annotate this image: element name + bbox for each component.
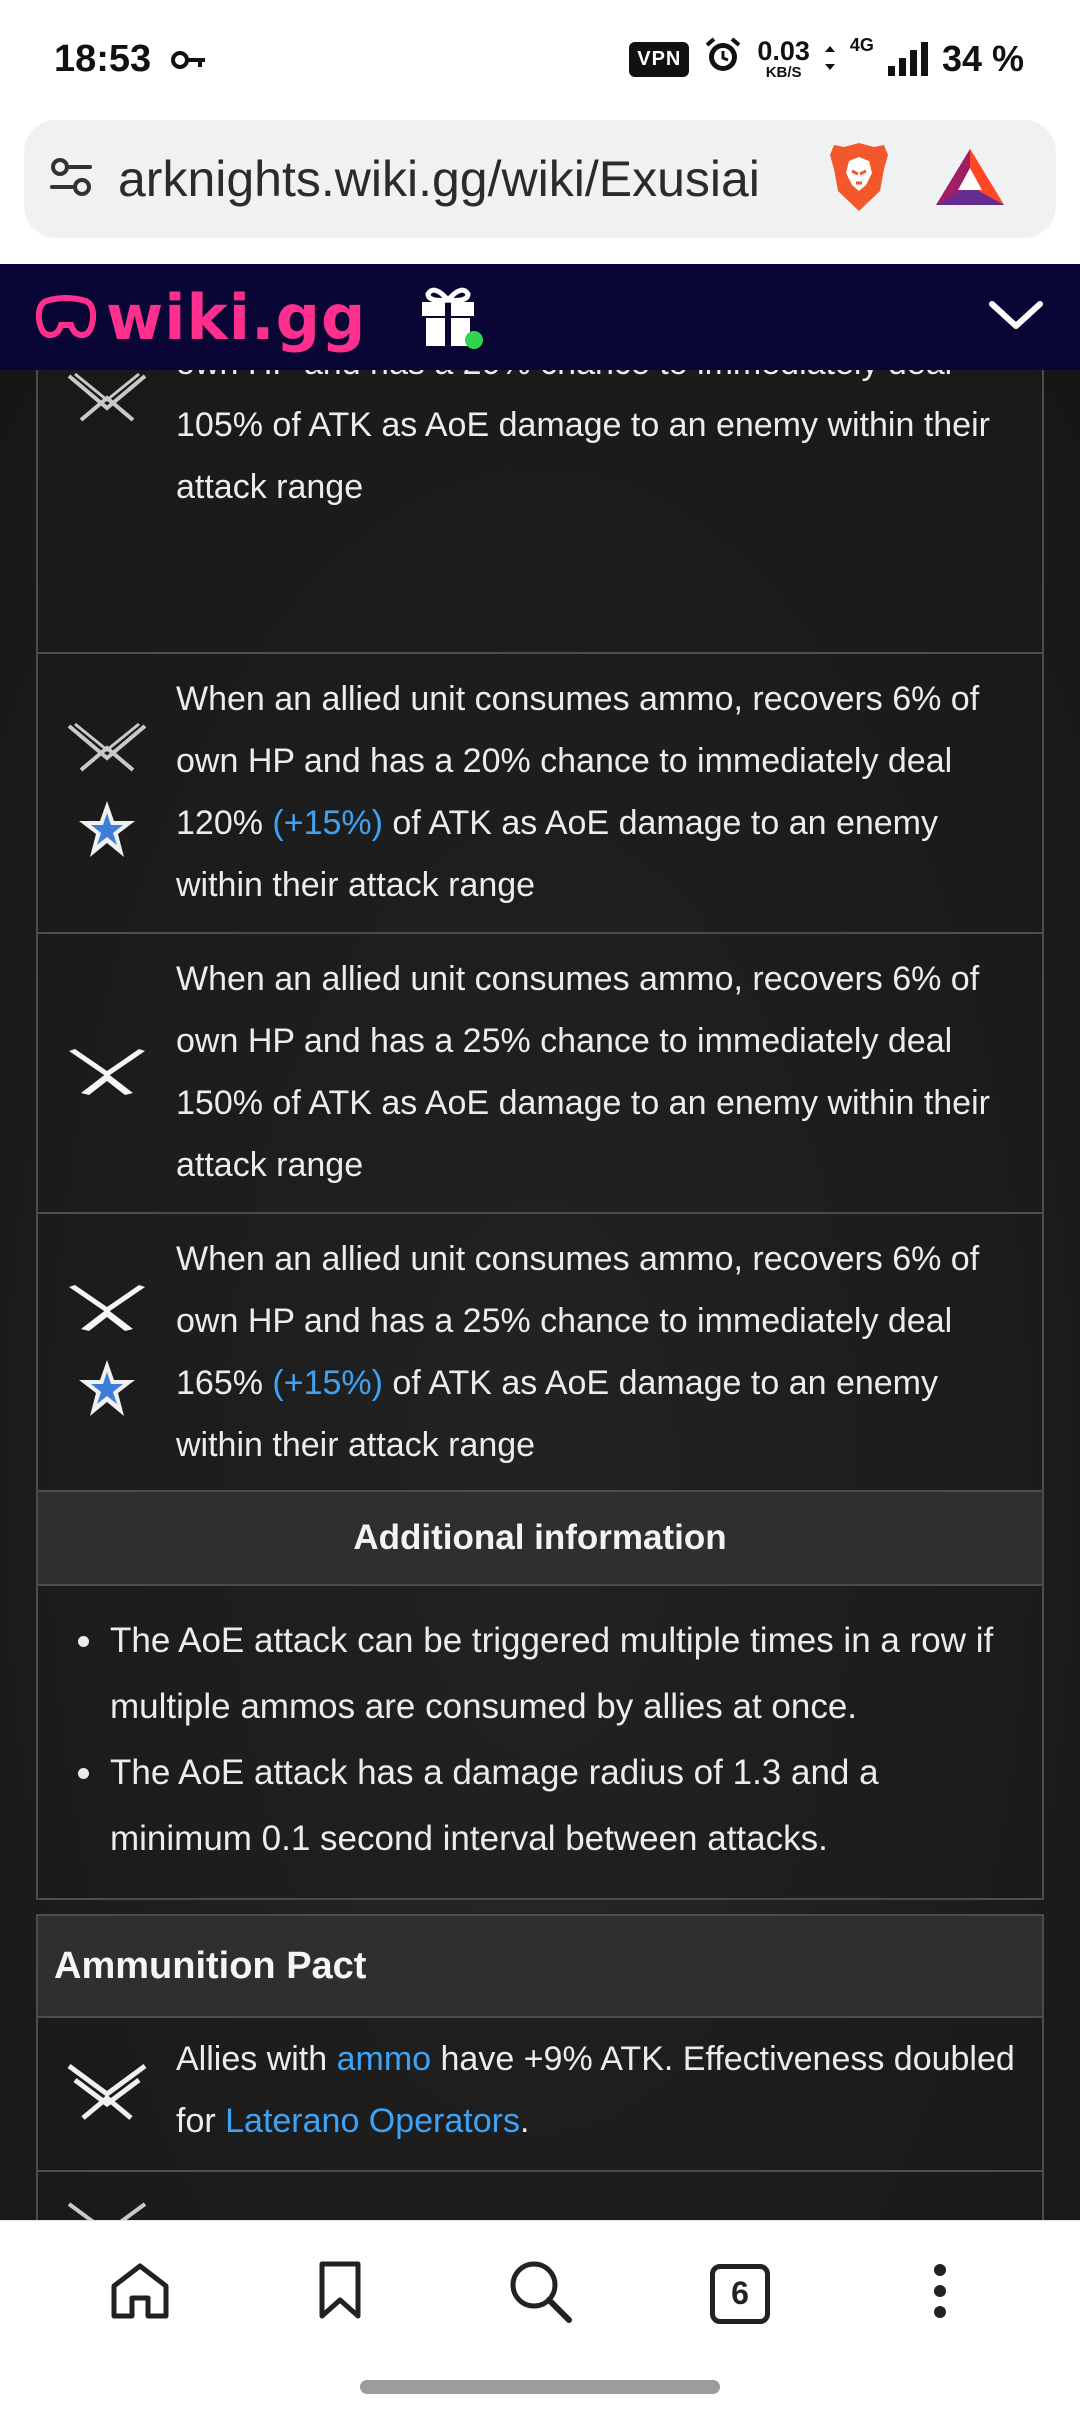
talent-icons (38, 1214, 176, 1490)
wiki-logo-text: wiki.gg (106, 280, 367, 354)
rewards-icon[interactable] (934, 146, 1006, 213)
url-text[interactable]: arknights.wiki.gg/wiki/Exusiai (118, 150, 808, 208)
gamepad-icon (35, 281, 97, 354)
talent-row (38, 2172, 1042, 2220)
talent-text: When an allied unit consumes ammo, recov… (176, 960, 990, 1184)
talent-text: When an allied unit consumes ammo, recov… (176, 654, 1042, 932)
menu-button[interactable] (892, 2246, 988, 2342)
home-gesture-bar[interactable] (360, 2380, 720, 2394)
browser-bottom-bar: 6 (0, 2220, 1080, 2366)
gift-icon[interactable] (416, 280, 486, 355)
laterano-operators-link[interactable]: Laterano Operators (225, 2102, 520, 2140)
search-button[interactable] (492, 2246, 588, 2342)
talent-icons (38, 934, 176, 1212)
additional-info-heading: Additional information (38, 1492, 1042, 1586)
talent-row: Allies with ammo have +9% ATK. Effective… (38, 2018, 1042, 2172)
potential-bonus: (+15%) (272, 1364, 383, 1402)
pact-text: . (519, 2102, 530, 2140)
pact-text: Allies with (176, 2040, 337, 2078)
address-bar[interactable]: arknights.wiki.gg/wiki/Exusiai (24, 120, 1056, 238)
bookmark-icon (316, 2260, 364, 2327)
battery-level: 34 % (941, 38, 1024, 79)
clock: 18:53 (54, 37, 152, 80)
tab-count: 6 (710, 2263, 770, 2324)
talent-row: When an allied unit consumes ammo, recov… (38, 654, 1042, 934)
talent-text: When an allied unit consumes ammo, recov… (176, 1214, 1042, 1490)
chevron-down-icon[interactable] (988, 298, 1044, 337)
tabs-button[interactable]: 6 (692, 2246, 788, 2342)
list-item: The AoE attack can be triggered multiple… (78, 1608, 1018, 1740)
net-speed: 0.03 KB/S (757, 36, 810, 81)
status-right: VPN 0.03 KB/S 4G 34 % (629, 35, 1024, 84)
gesture-area (0, 2366, 1080, 2412)
net-speed-value: 0.03 (757, 36, 810, 66)
home-icon (108, 2260, 172, 2327)
brave-shields-icon[interactable] (828, 141, 890, 218)
bookmarks-button[interactable] (292, 2246, 388, 2342)
elite-1-icon (65, 370, 149, 431)
data-arrows-icon (824, 38, 836, 80)
additional-info-body: The AoE attack can be triggered multiple… (38, 1586, 1042, 1898)
browser-toolbar: arknights.wiki.gg/wiki/Exusiai (0, 118, 1080, 264)
talent-icons (38, 2018, 176, 2170)
elite-1-icon (65, 720, 149, 781)
status-bar: 18:53 VPN 0.03 KB/S 4G 34 % (0, 0, 1080, 118)
talent-row: own HP and has a 20% chance to immediate… (38, 370, 1042, 654)
talent-row: When an allied unit consumes ammo, recov… (38, 934, 1042, 1214)
more-vertical-icon (930, 2263, 950, 2324)
talent-icons (38, 370, 176, 652)
net-speed-unit: KB/S (765, 64, 802, 81)
talent-icons (38, 2172, 176, 2220)
key-icon (171, 38, 207, 81)
talent-text (176, 2172, 1042, 2220)
status-left: 18:53 (54, 38, 207, 81)
potential-bonus: (+15%) (272, 804, 383, 842)
site-settings-icon[interactable] (48, 154, 94, 205)
talent-text: own HP and has a 20% chance to immediate… (176, 370, 990, 506)
elite-2-icon (65, 1043, 149, 1104)
potential-icon (77, 1358, 137, 1425)
alarm-icon (703, 35, 743, 84)
elite-2-icon (65, 1279, 149, 1340)
wiki-header: wiki.gg (0, 264, 1080, 370)
talent-text: Allies with ammo have +9% ATK. Effective… (176, 2018, 1042, 2170)
page-content: own HP and has a 20% chance to immediate… (0, 370, 1080, 2220)
wiki-logo[interactable]: wiki.gg (35, 280, 367, 354)
search-icon (507, 2258, 573, 2329)
talent-icons (38, 654, 176, 932)
signal-icon (887, 42, 928, 76)
potential-icon (77, 799, 137, 866)
elite-0-icon (65, 2060, 149, 2129)
elite-1-icon (65, 2198, 149, 2220)
network-type: 4G (849, 34, 874, 55)
home-button[interactable] (92, 2246, 188, 2342)
vpn-badge: VPN (629, 41, 690, 77)
ammunition-pact-table: Ammunition Pact Allies with ammo have +9… (36, 1914, 1044, 2220)
talent-table: own HP and has a 20% chance to immediate… (36, 370, 1044, 1900)
ammunition-pact-heading: Ammunition Pact (38, 1916, 1042, 2018)
list-item: The AoE attack has a damage radius of 1.… (78, 1740, 1018, 1872)
ammo-link[interactable]: ammo (337, 2040, 431, 2078)
talent-row: When an allied unit consumes ammo, recov… (38, 1214, 1042, 1492)
additional-info-list: The AoE attack can be triggered multiple… (78, 1608, 1018, 1872)
